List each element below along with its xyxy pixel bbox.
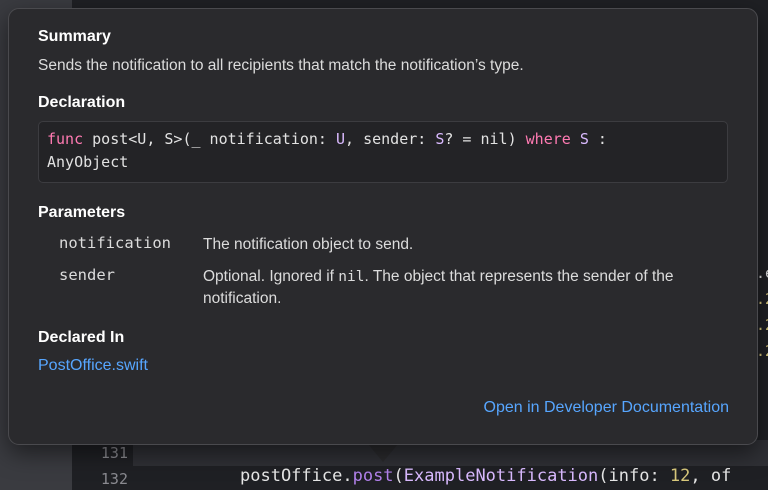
code-text: , sender:	[345, 130, 436, 148]
parameter-name: notification	[59, 234, 171, 252]
summary-heading: Summary	[38, 28, 111, 45]
code-token-method[interactable]: post	[353, 466, 394, 486]
code-token: (info:	[598, 466, 670, 486]
parameter-description: Optional. Ignored if nil. The object tha…	[203, 266, 733, 309]
code-text: ? = nil)	[444, 130, 526, 148]
declaration-code-box[interactable]: func post<U, S>(_ notification: U, sende…	[38, 121, 728, 183]
parameters-heading: Parameters	[38, 204, 126, 221]
code-token: (	[393, 466, 404, 486]
description-text: Optional. Ignored if	[203, 268, 339, 285]
code-line[interactable]: postOffice.post(ExampleNotification(info…	[240, 466, 731, 486]
open-developer-documentation-link[interactable]: Open in Developer Documentation	[484, 399, 729, 417]
declared-in-heading: Declared In	[38, 329, 125, 346]
code-text: post<U, S>(_ notification:	[83, 130, 336, 148]
code-token-number: 12	[669, 466, 691, 486]
parameter-name: sender	[59, 266, 115, 284]
declaration-line-1: func post<U, S>(_ notification: U, sende…	[47, 128, 719, 151]
type-param-s: S	[579, 130, 589, 148]
inline-code: nil	[338, 269, 365, 285]
code-token: postOffice.	[240, 466, 353, 486]
keyword-func: func	[47, 130, 84, 148]
line-number: 132	[100, 470, 128, 488]
declared-in-file-link[interactable]: PostOffice.swift	[38, 357, 148, 375]
keyword-where: where	[525, 130, 571, 148]
type-param-u: U	[336, 130, 346, 148]
parameter-description: The notification object to send.	[203, 236, 414, 253]
code-text: :	[588, 130, 607, 148]
declaration-line-2: AnyObject	[47, 153, 129, 171]
line-number: 131	[100, 444, 128, 462]
code-token-type[interactable]: ExampleNotification	[404, 466, 598, 486]
quick-help-popover: Summary Sends the notification to all re…	[8, 8, 758, 445]
code-token: , of	[690, 466, 732, 486]
declaration-heading: Declaration	[38, 94, 126, 111]
summary-text: Sends the notification to all recipients…	[38, 57, 524, 74]
popover-arrow	[368, 444, 398, 462]
